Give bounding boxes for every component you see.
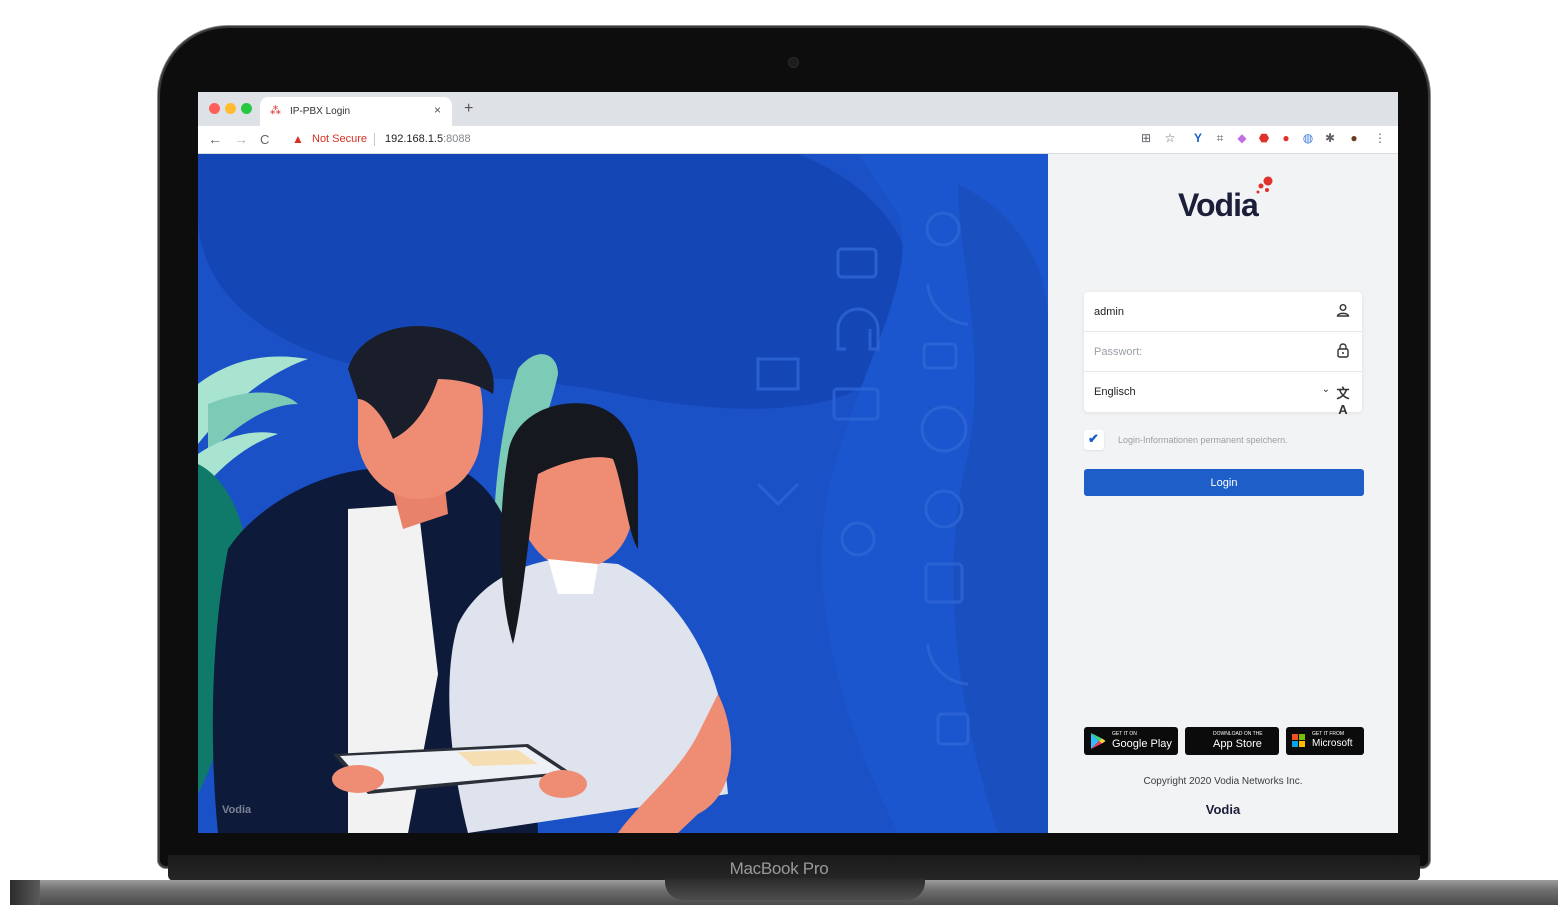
google-play-big-text: Google Play — [1112, 738, 1172, 750]
blue-ext-icon[interactable]: ◍ — [1300, 131, 1316, 145]
url-host: 192.168.1.5 — [385, 133, 444, 145]
address-separator — [374, 133, 375, 146]
laptop-notch — [665, 878, 925, 900]
app-store-big-text: App Store — [1213, 738, 1262, 750]
remember-login[interactable]: ✔ Login-Informationen permanent speicher… — [1084, 430, 1362, 450]
not-secure-label[interactable]: Not Secure — [312, 133, 367, 145]
browser-tab[interactable]: ⁂ IP-PBX Login × — [260, 97, 452, 126]
profile-icon[interactable]: ● — [1346, 131, 1362, 145]
close-window-button[interactable] — [209, 103, 220, 114]
circle-ext-icon[interactable]: ● — [1278, 131, 1294, 145]
star-icon[interactable]: ☆ — [1162, 131, 1178, 145]
language-select[interactable]: Englisch ⌄ 文A — [1084, 372, 1362, 417]
tab-close-icon[interactable]: × — [434, 103, 441, 117]
login-form: Englisch ⌄ 文A — [1084, 292, 1362, 417]
browser-window: ⁂ IP-PBX Login × + ← → C ▲ Not Secure 19… — [198, 92, 1398, 833]
pen-icon[interactable]: ◆ — [1234, 131, 1250, 145]
google-play-small-text: GET IT ON — [1112, 731, 1137, 737]
login-panel: Vodia admin Englisch ⌄ 文A ✔ Login-Inform… — [1048, 154, 1398, 833]
laptop-base-edge — [10, 880, 40, 905]
menu-icon[interactable]: ⋮ — [1372, 131, 1388, 145]
url-text[interactable]: 192.168.1.5:8088 — [385, 133, 471, 145]
adblock-icon[interactable]: ⬣ — [1256, 131, 1272, 145]
microsoft-big-text: Microsoft — [1312, 738, 1353, 749]
language-value: Englisch — [1094, 386, 1136, 398]
app-store-badge[interactable]: Download on the App Store — [1185, 727, 1279, 755]
address-bar[interactable]: ▲ Not Secure 192.168.1.5:8088 — [286, 129, 1106, 151]
checkmark-icon: ✔ — [1088, 431, 1099, 446]
hero-artwork — [198, 154, 1048, 833]
app-store-badges: GET IT ON Google Play Download on the Ap… — [1084, 727, 1364, 755]
puzzle-icon[interactable]: ✱ — [1322, 131, 1338, 145]
chevron-down-icon: ⌄ — [1321, 384, 1330, 395]
app-store-small-text: Download on the — [1213, 731, 1263, 737]
translate-icon: 文A — [1336, 386, 1350, 417]
microsoft-badge[interactable]: Get it from Microsoft — [1286, 727, 1364, 755]
back-button[interactable]: ← — [208, 131, 222, 147]
google-play-icon — [1090, 732, 1106, 753]
footer-vodia-logo: Vodia — [1205, 802, 1241, 817]
google-play-badge[interactable]: GET IT ON Google Play — [1084, 727, 1178, 755]
hero-illustration: Vodia — [198, 154, 1048, 833]
new-tab-button[interactable]: + — [464, 100, 473, 118]
browser-toolbar: ← → C ▲ Not Secure 192.168.1.5:8088 ⊞ ☆ … — [198, 126, 1398, 154]
url-port: :8088 — [443, 133, 471, 145]
password-input[interactable] — [1094, 344, 1314, 360]
forward-button[interactable]: → — [234, 131, 248, 147]
tab-bar: ⁂ IP-PBX Login × + — [198, 92, 1398, 126]
minimize-window-button[interactable] — [225, 103, 236, 114]
vodia-logo-dots-icon — [1256, 176, 1273, 194]
vodia-ext-icon[interactable]: Y — [1190, 131, 1206, 145]
remember-checkbox[interactable]: ✔ — [1084, 430, 1104, 450]
translate-icon[interactable]: ⊞ — [1138, 131, 1154, 145]
login-button[interactable]: Login — [1084, 469, 1364, 496]
username-field[interactable] — [1084, 292, 1362, 332]
user-icon — [1334, 303, 1352, 320]
microsoft-small-text: Get it from — [1312, 731, 1345, 737]
vodia-favicon-icon: ⁂ — [270, 105, 281, 117]
model-label: MacBook Pro — [729, 859, 829, 878]
vodia-logo: Vodia — [1178, 187, 1259, 223]
remember-label[interactable]: Login-Informationen permanent speichern. — [1118, 435, 1288, 445]
password-field[interactable] — [1084, 332, 1362, 372]
username-input[interactable] — [1094, 304, 1314, 320]
copyright-text: Copyright 2020 Vodia Networks Inc. — [1143, 776, 1303, 787]
hero-watermark-logo: Vodia — [222, 804, 252, 816]
tab-title: IP-PBX Login — [290, 106, 351, 117]
screenshot-icon[interactable]: ⌗ — [1212, 131, 1228, 146]
camera-icon — [789, 58, 798, 67]
maximize-window-button[interactable] — [241, 103, 252, 114]
reload-button[interactable]: C — [260, 132, 269, 147]
microsoft-icon — [1292, 734, 1306, 748]
lock-icon — [1334, 343, 1352, 361]
warning-icon[interactable]: ▲ — [292, 132, 304, 146]
macbook-mockup: ⁂ IP-PBX Login × + ← → C ▲ Not Secure 19… — [0, 0, 1558, 905]
